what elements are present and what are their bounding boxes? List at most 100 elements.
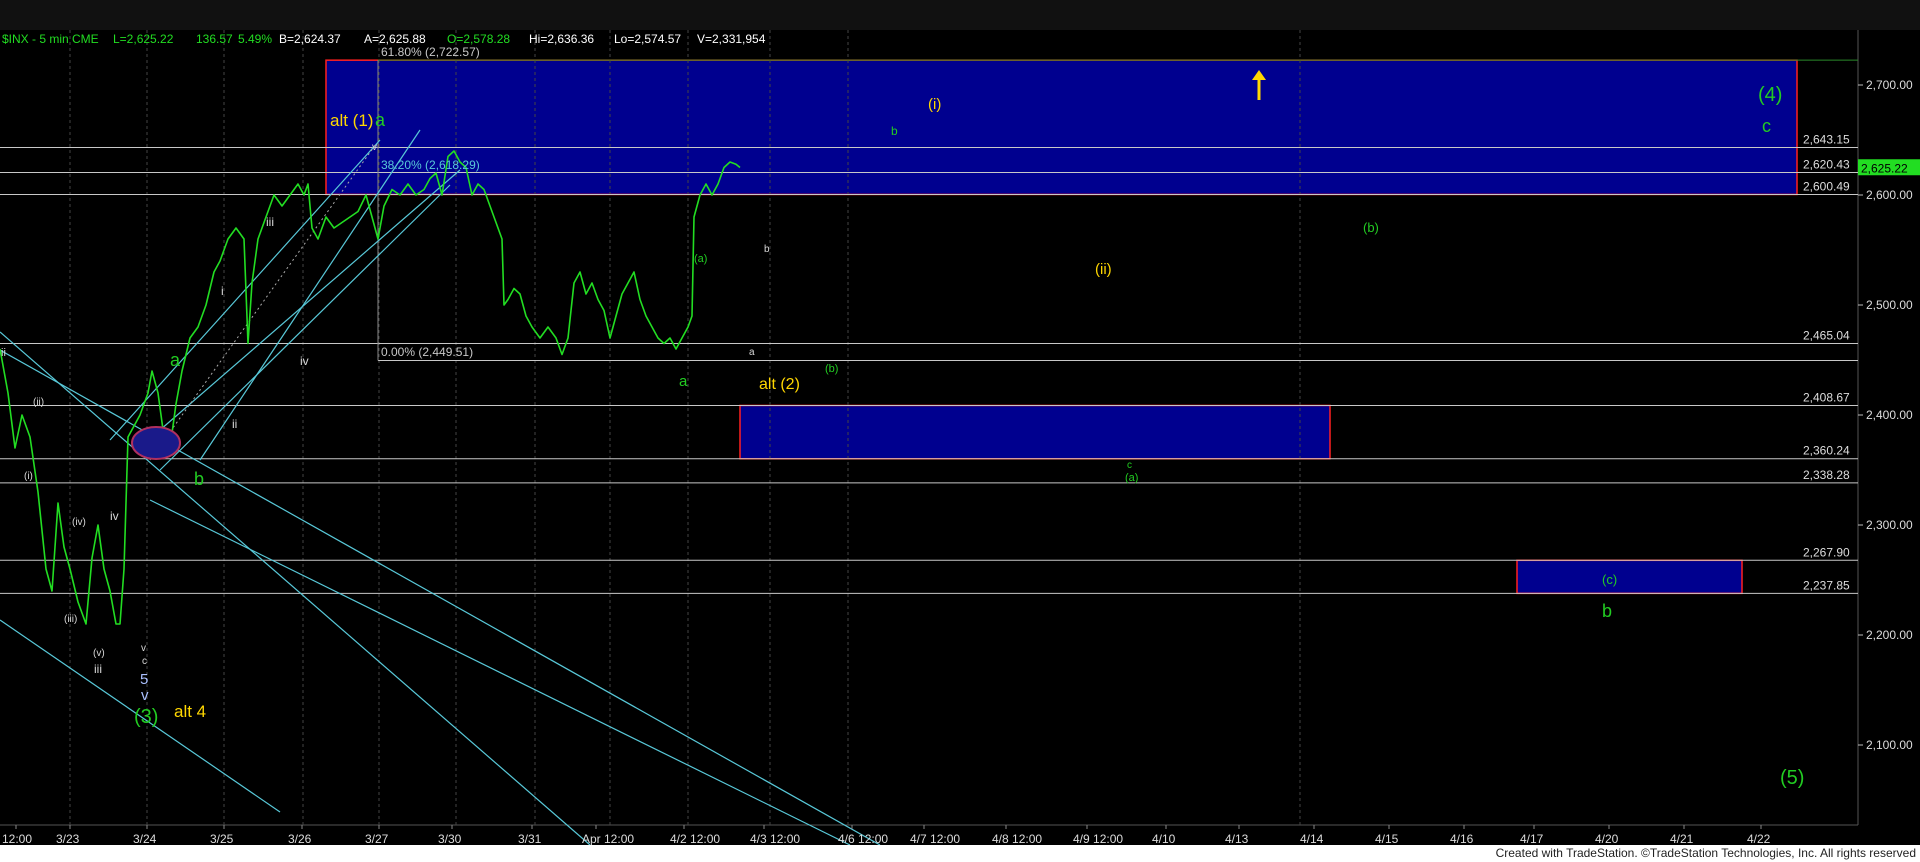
y-tick-label-3: 2,400.00 xyxy=(1866,408,1913,422)
x-tick-label-0: 12:00 xyxy=(2,832,32,845)
high-label: Hi=2,636.36 xyxy=(529,32,594,46)
bid-label: B=2,624.37 xyxy=(279,32,341,46)
x-tick-label-9: 4/2 12:00 xyxy=(670,832,720,845)
wave-label-c4: c xyxy=(1762,116,1771,136)
x-tick-label-12: 4/7 12:00 xyxy=(910,832,960,845)
wave-label-c-small: c xyxy=(1127,460,1132,471)
wave-label-c-low: c xyxy=(142,656,147,667)
level-label-1: 2,620.43 xyxy=(1803,158,1850,172)
wave-label-five: 5 xyxy=(140,671,148,688)
x-tick-label-17: 4/14 xyxy=(1300,832,1324,845)
y-tick-label-0: 2,700.00 xyxy=(1866,78,1913,92)
footer-credit: Created with TradeStation. ©TradeStation… xyxy=(0,845,1920,862)
wave-label-i-paren: (i) xyxy=(24,471,33,482)
wave-label-i-top: (i) xyxy=(928,96,941,113)
highlight-ellipse xyxy=(131,426,181,460)
x-tick-label-15: 4/10 xyxy=(1152,832,1176,845)
wave-label-c-paren: (c) xyxy=(1602,572,1617,587)
wave-label-iii-paren: (iii) xyxy=(64,614,77,625)
level-label-7: 2,267.90 xyxy=(1803,545,1850,559)
wave-label-ii-paren: (ii) xyxy=(33,397,44,408)
fib-618-label: 61.80% (2,722.57) xyxy=(381,45,480,59)
wave-label-alt1: alt (1) xyxy=(330,111,373,130)
target-box-lower xyxy=(1516,559,1743,595)
x-tick-label-2: 3/24 xyxy=(133,832,157,845)
y-tick-label-6: 2,100.00 xyxy=(1866,738,1913,752)
y-tick-label-1: 2,600.00 xyxy=(1866,188,1913,202)
wave-label-iv-up: iv xyxy=(300,354,309,368)
wave-label-a-paren-small: (a) xyxy=(694,253,707,265)
x-tick-label-13: 4/8 12:00 xyxy=(992,832,1042,845)
credit-text: Created with TradeStation. ©TradeStation… xyxy=(1495,846,1916,860)
wave-label-iv-low: iv xyxy=(110,509,119,523)
wave-label-iii: iii xyxy=(266,215,274,229)
wave-label-ii-up: ii xyxy=(232,417,237,431)
wave-label-v-big: v xyxy=(141,687,149,704)
wave-label-a-paren-green: (a) xyxy=(1125,472,1138,484)
level-label-3: 2,465.04 xyxy=(1803,328,1850,342)
wave-label-4: (4) xyxy=(1758,84,1782,106)
price-axis: 2,700.00 2,600.00 2,500.00 2,400.00 2,300.00… xyxy=(1858,78,1920,752)
x-tick-label-16: 4/13 xyxy=(1225,832,1249,845)
level-label-2: 2,600.49 xyxy=(1803,179,1850,193)
wave-label-iv-paren: (iv) xyxy=(72,517,86,528)
x-tick-label-6: 3/30 xyxy=(438,832,462,845)
x-tick-label-7: 3/31 xyxy=(518,832,542,845)
wave-label-a-mid: a xyxy=(170,350,181,370)
wave-label-b-top: b xyxy=(891,124,898,138)
wave-label-v-low: v xyxy=(141,643,146,654)
x-tick-label-22: 4/21 xyxy=(1670,832,1694,845)
level-label-0: 2,643.15 xyxy=(1803,133,1850,147)
price-chart: 2,643.15 2,620.43 2,600.49 2,465.04 2,408.67… xyxy=(0,30,1920,845)
low-label: Lo=2,574.57 xyxy=(614,32,681,46)
wave-label-b-paren: (b) xyxy=(1363,220,1379,235)
x-tick-label-1: 3/23 xyxy=(56,832,80,845)
wave-label-3: (3) xyxy=(134,706,158,728)
change-label: 136.57 xyxy=(196,32,233,46)
wave-label-v-paren: (v) xyxy=(93,648,105,659)
y-tick-label-4: 2,300.00 xyxy=(1866,518,1913,532)
volume-label: V=2,331,954 xyxy=(697,32,766,46)
ask-label: A=2,625.88 xyxy=(364,32,426,46)
wave-label-b-paren-low: (b) xyxy=(825,363,838,375)
x-tick-label-19: 4/16 xyxy=(1450,832,1474,845)
wave-label-ii: (ii) xyxy=(1095,261,1112,278)
fib-382-label: 38.20% (2,618.29) xyxy=(381,158,480,172)
x-tick-label-11: 4/6 12:00 xyxy=(838,832,888,845)
wave-label-alt2: alt (2) xyxy=(759,376,800,393)
target-box-middle xyxy=(739,404,1331,460)
last-price-label: 2,625.22 xyxy=(1861,161,1908,175)
wave-label-alt4: alt 4 xyxy=(174,702,206,721)
y-tick-label-2: 2,500.00 xyxy=(1866,298,1913,312)
wave-label-b-big: b xyxy=(1602,601,1612,621)
level-label-4: 2,408.67 xyxy=(1803,390,1850,404)
y-tick-label-5: 2,200.00 xyxy=(1866,628,1913,642)
x-tick-label-5: 3/27 xyxy=(365,832,389,845)
symbol-label: $INX - 5 min CME xyxy=(2,32,99,46)
x-tick-label-23: 4/22 xyxy=(1747,832,1771,845)
x-tick-label-21: 4/20 xyxy=(1595,832,1619,845)
wave-label-a1: a xyxy=(375,110,386,130)
level-label-6: 2,338.28 xyxy=(1803,468,1850,482)
wave-label-a-small: a xyxy=(749,347,755,358)
wave-label-ii-left: ii xyxy=(1,347,6,359)
wave-label-i-up: i xyxy=(221,284,224,298)
x-tick-label-14: 4/9 12:00 xyxy=(1073,832,1123,845)
open-label: O=2,578.28 xyxy=(447,32,510,46)
x-tick-label-10: 4/3 12:00 xyxy=(750,832,800,845)
wave-label-v-up: v xyxy=(372,142,377,153)
x-tick-label-4: 3/26 xyxy=(288,832,312,845)
last-label: L=2,625.22 xyxy=(113,32,174,46)
wave-label-iii-low: iii xyxy=(94,662,102,676)
x-tick-label-3: 3/25 xyxy=(210,832,234,845)
wave-label-5: (5) xyxy=(1780,767,1804,789)
target-box-upper xyxy=(325,59,1798,196)
x-tick-label-20: 4/17 xyxy=(1520,832,1544,845)
pct-label: 5.49% xyxy=(238,32,272,46)
level-label-5: 2,360.24 xyxy=(1803,444,1850,458)
level-label-8: 2,237.85 xyxy=(1803,578,1850,592)
wave-label-a-low: a xyxy=(679,373,688,390)
time-axis: 12:00 3/23 3/24 3/25 3/26 3/27 3/30 3/31 Apr 12:… xyxy=(2,825,1771,845)
wave-label-b-mid: b xyxy=(194,469,204,489)
fib-000-label: 0.00% (2,449.51) xyxy=(381,345,473,359)
